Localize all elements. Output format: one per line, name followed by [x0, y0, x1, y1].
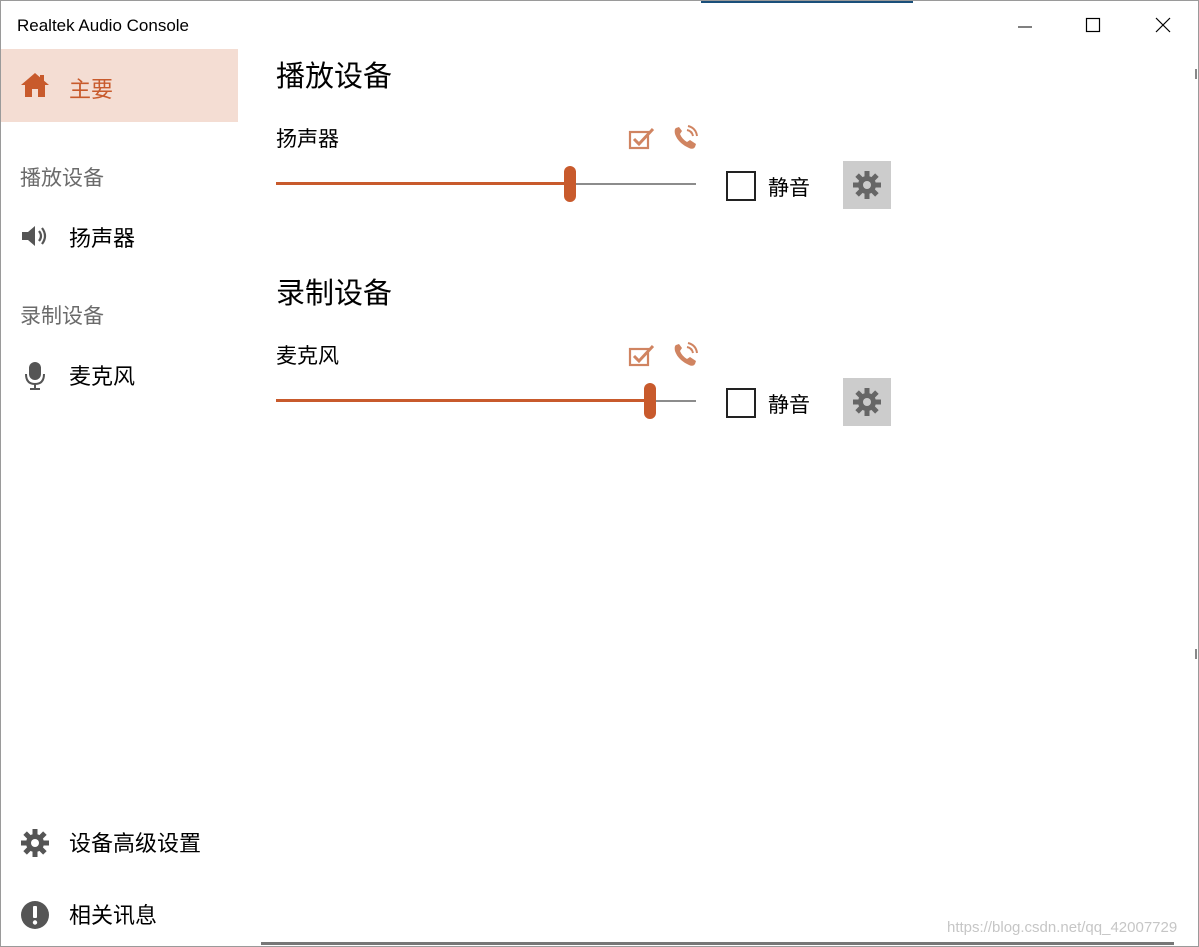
playback-volume-slider[interactable] [276, 166, 696, 202]
recording-settings-button[interactable] [843, 378, 891, 426]
phone-icon [672, 342, 700, 372]
sidebar-section-playback: 播放设备 [20, 166, 104, 190]
playback-settings-button[interactable] [843, 161, 891, 209]
checkmark-icon [628, 127, 656, 155]
title-bar: Realtek Audio Console [1, 1, 1198, 49]
horizontal-scrollbar[interactable] [261, 942, 1174, 945]
slider-thumb[interactable] [644, 383, 656, 419]
gear-icon [853, 388, 881, 416]
recording-device-name: 麦克风 [276, 344, 339, 368]
phone-icon [672, 125, 700, 155]
checkmark-icon [628, 344, 656, 372]
sidebar-item-microphone[interactable]: 麦克风 [1, 351, 238, 397]
sidebar-item-label: 扬声器 [69, 227, 136, 252]
gear-icon [853, 171, 881, 199]
playback-section-title: 播放设备 [276, 59, 393, 93]
close-button[interactable] [1129, 1, 1197, 49]
app-window: Realtek Audio Console 主要 播放设备 扬声器 录制设备 麦… [0, 0, 1199, 947]
slider-fill [276, 399, 650, 402]
recording-volume-slider[interactable] [276, 383, 696, 419]
microphone-icon [20, 361, 50, 395]
scroll-edge-mark [1195, 649, 1197, 659]
sidebar-section-recording: 录制设备 [20, 304, 104, 328]
maximize-icon [1085, 17, 1101, 33]
sidebar-item-label: 相关讯息 [69, 904, 158, 929]
close-icon [1155, 17, 1171, 33]
sidebar-item-home[interactable]: 主要 [1, 49, 238, 122]
top-accent-line [701, 1, 913, 3]
gear-icon [20, 828, 50, 862]
sidebar-item-label: 设备高级设置 [69, 832, 202, 857]
slider-fill [276, 182, 570, 185]
recording-mute-checkbox[interactable] [726, 388, 756, 418]
sidebar-item-info[interactable]: 相关讯息 [1, 890, 238, 936]
minimize-icon [1018, 26, 1032, 28]
app-title: Realtek Audio Console [17, 16, 190, 35]
speaker-icon [20, 223, 50, 253]
maximize-button[interactable] [1059, 1, 1127, 49]
info-icon [20, 900, 50, 934]
playback-device-name: 扬声器 [276, 127, 339, 151]
sidebar-item-speaker[interactable]: 扬声器 [1, 213, 238, 259]
home-icon [20, 71, 50, 103]
sidebar-item-label: 主要 [69, 78, 114, 103]
sidebar-item-label: 麦克风 [69, 365, 136, 390]
sidebar: 主要 播放设备 扬声器 录制设备 麦克风 设备高级设置 相关讯息 [1, 49, 238, 946]
watermark: https://blog.csdn.net/qq_42007729 [947, 919, 1178, 936]
slider-thumb[interactable] [564, 166, 576, 202]
recording-mute-label: 静音 [768, 393, 810, 417]
playback-mute-checkbox[interactable] [726, 171, 756, 201]
sidebar-item-advanced-settings[interactable]: 设备高级设置 [1, 818, 238, 864]
minimize-button[interactable] [991, 1, 1059, 49]
main-content: 播放设备 扬声器 静音 录制设备 麦克风 静音 [276, 49, 976, 469]
scroll-edge-mark [1195, 69, 1197, 79]
recording-section-title: 录制设备 [276, 276, 393, 310]
playback-mute-label: 静音 [768, 176, 810, 200]
